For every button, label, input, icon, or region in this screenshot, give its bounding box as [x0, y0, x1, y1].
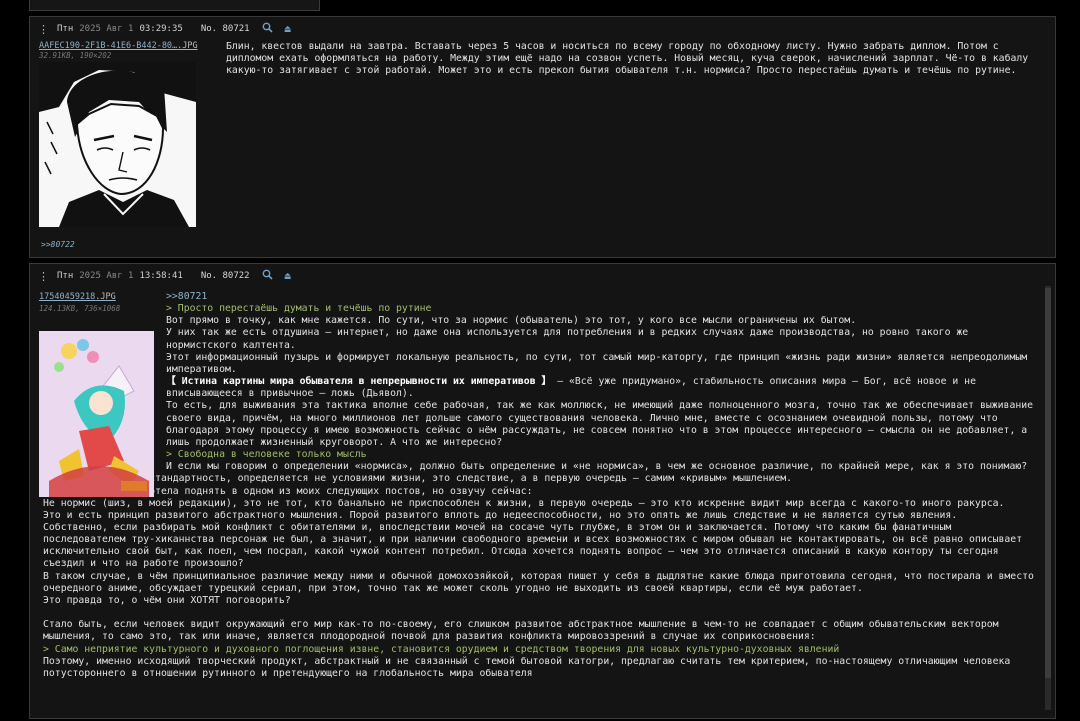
- post-scrollbar[interactable]: [1045, 286, 1051, 710]
- scrollbar-thumb[interactable]: [1045, 288, 1051, 678]
- post-menu-icon[interactable]: ⋮: [38, 23, 49, 36]
- post-header: ⋮ Птн 2025 Авг 1 13:58:41 No. 80722 ⏏: [38, 269, 291, 283]
- file-name-link[interactable]: AAFEC190-2F1B-41E6-B442-80…: [39, 41, 177, 51]
- file-size: 124.13KB, 736×1068: [39, 304, 121, 314]
- paragraph: Стало быть, если человек видит окружающи…: [43, 619, 999, 643]
- quote-line: > Само неприятие культурного и духовного…: [43, 643, 840, 655]
- post-message: Блин, квестов выдали на завтра. Вставать…: [226, 41, 1029, 76]
- post-number[interactable]: No. 80722: [201, 271, 250, 281]
- reply-backlink[interactable]: >>80722: [41, 240, 75, 249]
- paragraph: В таком случае, в чём принципиальное раз…: [43, 570, 1034, 594]
- magnifier-icon[interactable]: [262, 22, 273, 36]
- post-day: Птн: [57, 24, 74, 34]
- previous-post-bottom: [29, 0, 320, 11]
- paragraph: Это и есть принцип развитого абстрактног…: [43, 509, 958, 521]
- eject-icon[interactable]: ⏏: [285, 24, 291, 35]
- post-date: 2025 Авг 1: [79, 24, 134, 34]
- bold-heading: 【 Истина картины мира обывателя в непрер…: [166, 376, 552, 388]
- post-header: ⋮ Птн 2025 Авг 1 03:29:35 No. 80721 ⏏: [38, 22, 291, 36]
- file-block: 17540459218.JPG 124.13KB, 736×1068: [39, 291, 166, 498]
- paragraph: Вот прямо в точку, как мне кажется. По с…: [166, 315, 857, 327]
- post-time: 13:58:41: [139, 271, 183, 281]
- file-ext: .JPG: [95, 292, 116, 302]
- post-thumbnail-manga[interactable]: [39, 62, 196, 227]
- paragraph: Тезис, который я хотела поднять в одном …: [43, 485, 533, 497]
- post-menu-icon[interactable]: ⋮: [38, 270, 49, 283]
- paragraph: Этот информационный пузырь и формирует л…: [166, 351, 1028, 375]
- paragraph: Не нормис (шиз, в моей редакции), это не…: [43, 497, 1005, 509]
- file-size: 32.91KB, 190×202: [39, 51, 112, 60]
- quote-line: > Свободна в человеке только мысль: [166, 449, 367, 461]
- paragraph: Это правда то, о чём они ХОТЯТ поговорит…: [43, 594, 291, 606]
- post-date: 2025 Авг 1: [79, 271, 134, 281]
- paragraph: Собственно, если разбирать мой конфликт …: [43, 521, 1023, 570]
- paragraph: Поэтому, именно исходящий творческий про…: [43, 655, 1011, 679]
- post-day: Птн: [57, 271, 74, 281]
- file-info: AAFEC190-2F1B-41E6-B442-80….JPG 32.91KB,…: [39, 41, 211, 60]
- paragraph: То есть, для выживания эта тактика вполн…: [166, 400, 1034, 448]
- quote-line: > Просто перестаёшь думать и течёшь по р…: [166, 303, 432, 315]
- paragraph: И если мы говорим о определении «нормиса…: [43, 461, 1028, 485]
- post-80721: ⋮ Птн 2025 Авг 1 03:29:35 No. 80721 ⏏ AA…: [29, 16, 1056, 258]
- paragraph: У них так же есть отдушина – интернет, н…: [166, 327, 969, 351]
- post-thumbnail-anime[interactable]: [39, 331, 154, 498]
- file-ext: .JPG: [177, 41, 198, 51]
- magnifier-icon[interactable]: [262, 269, 273, 283]
- post-time: 03:29:35: [139, 24, 183, 34]
- post-body: 17540459218.JPG 124.13KB, 736×1068 >>807…: [39, 291, 1039, 680]
- eject-icon[interactable]: ⏏: [285, 271, 291, 282]
- post-number[interactable]: No. 80721: [201, 24, 250, 34]
- post-80722: ⋮ Птн 2025 Авг 1 13:58:41 No. 80722 ⏏ 17…: [29, 263, 1056, 719]
- file-name-link[interactable]: 17540459218: [39, 292, 95, 302]
- reply-to-link[interactable]: >>80721: [43, 291, 1039, 303]
